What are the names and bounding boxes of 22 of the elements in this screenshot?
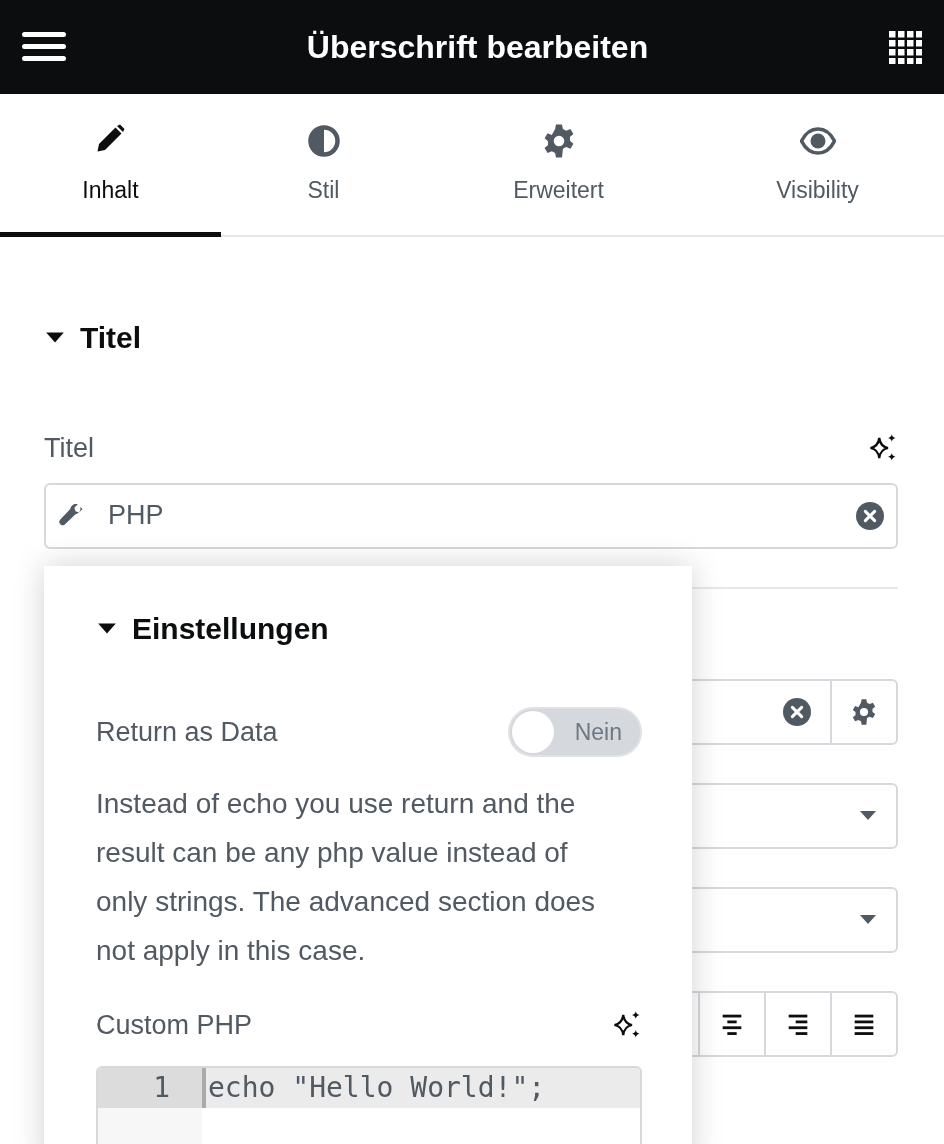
section-title: Titel: [80, 320, 142, 356]
clear-icon[interactable]: [783, 697, 811, 726]
tab[interactable]: Stil: [221, 94, 426, 237]
field-label: Custom PHP: [96, 1009, 253, 1042]
contrast-icon: [305, 123, 342, 160]
description-text: Instead of echo you use return and the result can be any php value instead of only strings. The advanced section does not apply in this case.: [96, 787, 597, 968]
tab[interactable]: Erweitert: [426, 94, 691, 237]
line-number: 1: [98, 1067, 202, 1108]
toggle-label: Return as Data: [96, 715, 278, 749]
clear-icon[interactable]: [856, 501, 884, 530]
section-header[interactable]: Titel: [44, 315, 898, 360]
code-editor[interactable]: 1 echo "Hello World!";: [96, 1065, 642, 1144]
section-header[interactable]: Einstellungen: [96, 606, 642, 651]
panel-title: Überschrift bearbeiten: [306, 28, 649, 67]
field-label: Titel: [44, 432, 94, 465]
settings-icon[interactable]: [850, 697, 878, 726]
menu-icon[interactable]: [22, 30, 66, 64]
title-field[interactable]: PHP: [44, 482, 898, 549]
tab[interactable]: Inhalt: [0, 94, 221, 237]
apps-grid-icon[interactable]: [889, 30, 922, 64]
tab[interactable]: Visibility: [691, 94, 944, 237]
section-title: Einstellungen: [132, 611, 329, 647]
